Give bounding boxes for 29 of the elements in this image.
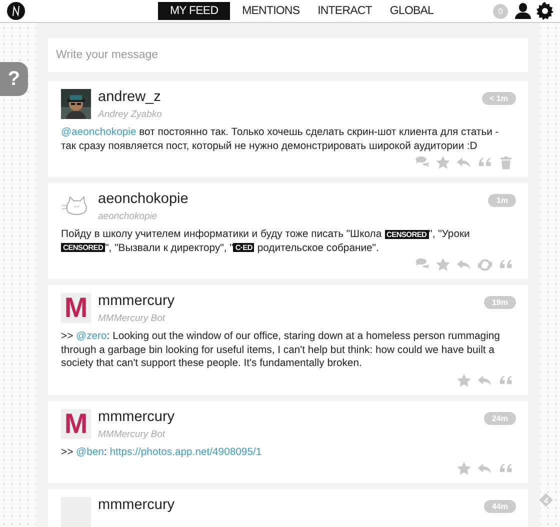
star-icon[interactable] bbox=[435, 155, 451, 171]
post-text: @aeonchokopie вот постоянно так. Только хочешь сделать скрин-шот клиента для статьи - так сразу появляется пост, который не нужно демонстрировать широкой аудитории :D bbox=[61, 126, 500, 153]
username[interactable]: mmmercury bbox=[98, 293, 477, 309]
message-input[interactable]: Write your message bbox=[48, 38, 528, 72]
full-name: MMMercury Bot bbox=[98, 428, 166, 440]
full-name: aeonchokopie bbox=[98, 211, 158, 222]
star-icon[interactable] bbox=[456, 372, 472, 388]
username[interactable]: andrew_z bbox=[98, 89, 475, 105]
nav-tab[interactable]: GLOBAL bbox=[384, 2, 440, 20]
full-name: Andrey Zyabko bbox=[98, 109, 163, 120]
nav-tab[interactable]: MY FEED bbox=[158, 2, 230, 20]
feed-icon[interactable] bbox=[539, 493, 553, 507]
post-text: >> @zero: Looking out the window of our office, staring down at a homeless person rummaging through a garbage bin looking for useful items, I can't help but think: how could we have built a society that can't support these people. It's fundamentally broken. bbox=[61, 330, 501, 370]
logo-icon[interactable] bbox=[7, 2, 25, 20]
repost-icon[interactable] bbox=[477, 257, 493, 273]
username[interactable]: mmmercury bbox=[98, 497, 477, 513]
user-icon[interactable] bbox=[514, 2, 532, 20]
avatar-letter: M bbox=[61, 408, 91, 438]
trash-icon[interactable] bbox=[498, 155, 514, 171]
nav-tab[interactable]: INTERACT bbox=[312, 2, 378, 20]
username[interactable]: mmmercury bbox=[98, 408, 477, 424]
post-text: >> @ben: https://photos.app.net/4908095/1 bbox=[61, 446, 263, 459]
star-icon[interactable] bbox=[456, 461, 472, 477]
nav-tab[interactable]: MENTIONS bbox=[236, 2, 306, 20]
settings-icon[interactable] bbox=[536, 2, 554, 20]
star-icon[interactable] bbox=[435, 257, 451, 273]
full-name: MMMercury Bot bbox=[98, 313, 166, 324]
avatar-letter: M bbox=[61, 293, 91, 323]
username[interactable]: aeonchokopie bbox=[98, 191, 482, 207]
